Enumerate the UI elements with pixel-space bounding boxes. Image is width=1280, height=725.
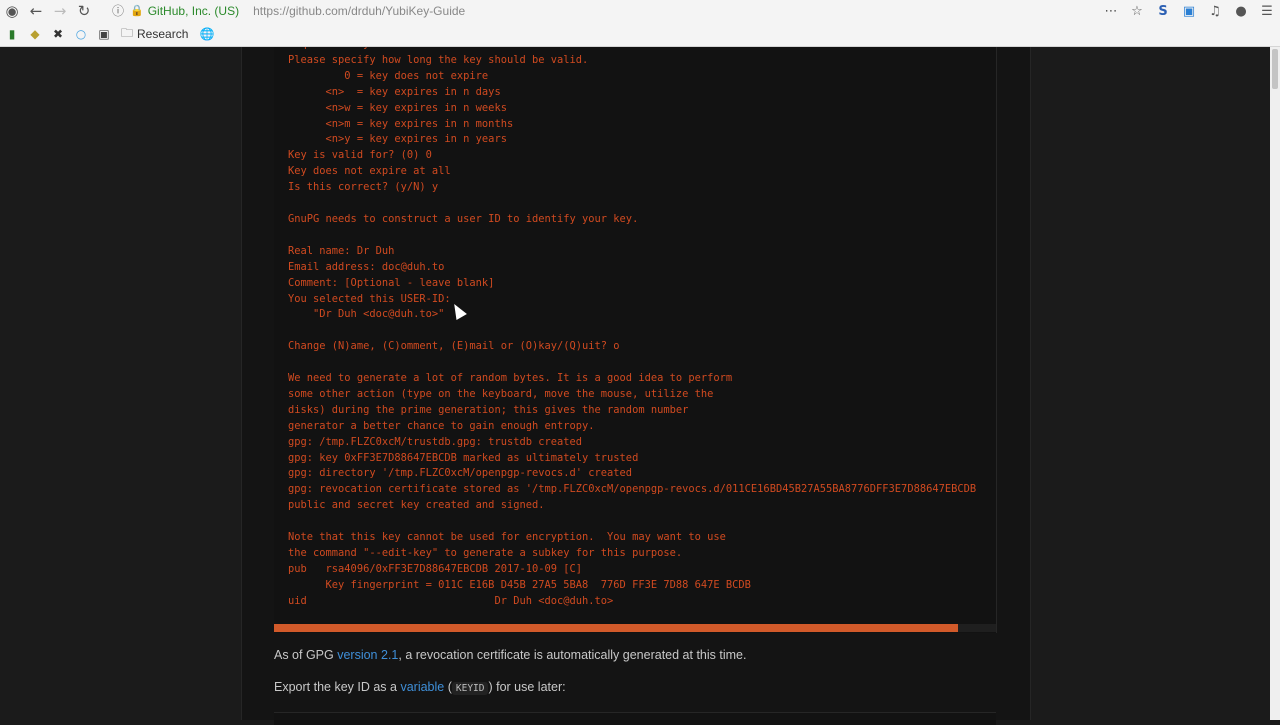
terminal-line: disks) during the prime generation; this… <box>288 403 689 416</box>
terminal-line: Key fingerprint = 011C E16B D45B 27A5 5B… <box>288 578 751 591</box>
extension-skype-icon[interactable]: ▣ <box>1176 4 1202 19</box>
terminal-line: We need to generate a lot of random byte… <box>288 372 733 385</box>
globe-icon[interactable]: 🌐 <box>196 27 218 41</box>
next-code-block <box>274 712 996 725</box>
terminal-line: Please specify how long the key should b… <box>288 53 589 66</box>
paragraph-text: , a revocation certificate is automatica… <box>398 648 747 662</box>
bookmark-favicon-2-icon[interactable]: ◆ <box>24 27 46 41</box>
extension-pin-icon[interactable]: ● <box>1228 4 1254 19</box>
site-identity[interactable]: GitHub, Inc. (US) <box>148 4 239 18</box>
terminal-line: "Dr Duh <doc@duh.to>" <box>288 308 445 321</box>
terminal-line: gpg: key 0xFF3E7D88647EBCDB marked as ul… <box>288 451 639 464</box>
terminal-line: Real name: Dr Duh <box>288 244 395 257</box>
terminal-line: generator a better chance to gain enough… <box>288 419 595 432</box>
menu-icon[interactable]: ☰ <box>1254 4 1280 19</box>
bookmark-favicon-3-icon[interactable]: ✖ <box>47 27 69 41</box>
forward-button[interactable]: → <box>48 0 72 22</box>
toolbar-right: ⋯ ☆ S ▣ ♫ ● ☰ <box>1098 0 1280 22</box>
code-horizontal-scrollbar[interactable] <box>274 624 996 632</box>
tor-icon[interactable]: ◉ <box>0 0 24 22</box>
terminal-line: public and secret key created and signed… <box>288 499 545 512</box>
bookmark-folder-label: Research <box>137 27 189 41</box>
back-button[interactable]: ← <box>24 0 48 22</box>
folder-icon: 🗀 <box>121 25 134 40</box>
info-icon[interactable]: ⓘ <box>112 2 124 19</box>
bookmark-favicon-1-icon[interactable]: ▮ <box>1 27 23 41</box>
terminal-line: Comment: [Optional - leave blank] <box>288 276 495 289</box>
terminal-line: GnuPG needs to construct a user ID to id… <box>288 212 639 225</box>
terminal-line: Note that this key cannot be used for en… <box>288 531 726 544</box>
paragraph-text: ( <box>444 680 452 694</box>
terminal-line: <n>y = key expires in n years <box>288 133 507 146</box>
paragraph-revocation: As of GPG version 2.1, a revocation cert… <box>274 648 746 662</box>
paragraph-text: As of GPG <box>274 648 338 662</box>
url-text[interactable]: https://github.com/drduh/YubiKey-Guide <box>253 4 465 18</box>
terminal-line: the command "--edit-key" to generate a s… <box>288 547 683 559</box>
terminal-output: Requested keysize is 4096 bitsPlease spe… <box>274 47 976 610</box>
page-vertical-scrollbar[interactable] <box>1270 47 1280 720</box>
bookmark-favicon-5-icon[interactable]: ▣ <box>93 27 115 41</box>
terminal-line: pub rsa4096/0xFF3E7D88647EBCDB 2017-10-0… <box>288 562 583 575</box>
more-actions-icon[interactable]: ⋯ <box>1098 4 1124 19</box>
terminal-line: Email address: doc@duh.to <box>288 260 445 273</box>
terminal-line: 0 = key does not expire <box>288 69 489 82</box>
keyid-code: KEYID <box>451 682 489 695</box>
terminal-line: gpg: /tmp.FLZC0xcM/trustdb.gpg: trustdb … <box>288 435 583 448</box>
page-scrollbar-thumb[interactable] <box>1272 49 1278 89</box>
variable-link[interactable]: variable <box>400 680 444 694</box>
terminal-line: You selected this USER-ID: <box>288 292 451 305</box>
lock-icon: 🔒 <box>130 4 144 17</box>
extension-speaker-icon[interactable]: ♫ <box>1202 4 1228 19</box>
bookmark-favicon-4-icon[interactable]: ○ <box>70 27 92 41</box>
paragraph-export-keyid: Export the key ID as a variable (KEYID) … <box>274 680 566 695</box>
terminal-line: some other action (type on the keyboard,… <box>288 387 714 400</box>
page-body: Requested keysize is 4096 bitsPlease spe… <box>0 47 1270 725</box>
url-bar[interactable]: ⓘ 🔒 GitHub, Inc. (US) https://github.com… <box>112 0 1142 21</box>
paragraph-text: Export the key ID as a <box>274 680 401 694</box>
bookmarks-bar: ▮ ◆ ✖ ○ ▣ 🗀 Research 🌐 <box>0 22 1280 47</box>
version-link[interactable]: version 2.1 <box>337 648 398 662</box>
readme-content: Requested keysize is 4096 bitsPlease spe… <box>241 47 1031 725</box>
terminal-line: Key is valid for? (0) 0 <box>288 149 432 162</box>
paragraph-text: ) for use later: <box>488 680 566 694</box>
extension-s-icon[interactable]: S <box>1150 4 1176 19</box>
terminal-line: Is this correct? (y/N) y <box>288 181 439 194</box>
code-scrollbar-thumb[interactable] <box>274 624 958 632</box>
terminal-line: Key does not expire at all <box>288 165 451 178</box>
code-block: Requested keysize is 4096 bitsPlease spe… <box>274 47 997 633</box>
terminal-line: uid Dr Duh <doc@duh.to> <box>288 594 614 607</box>
bookmark-folder-research[interactable]: 🗀 Research <box>121 24 188 45</box>
terminal-line: Change (N)ame, (C)omment, (E)mail or (O)… <box>288 340 620 353</box>
terminal-line: gpg: directory '/tmp.FLZC0xcM/openpgp-re… <box>288 467 633 480</box>
terminal-line: <n>m = key expires in n months <box>288 117 514 130</box>
terminal-line: <n> = key expires in n days <box>288 85 501 98</box>
terminal-line: gpg: revocation certificate stored as '/… <box>288 483 977 496</box>
terminal-line: <n>w = key expires in n weeks <box>288 101 507 114</box>
bookmark-star-icon[interactable]: ☆ <box>1124 4 1150 19</box>
browser-toolbar: ◉ ← → ↻ ⓘ 🔒 GitHub, Inc. (US) https://gi… <box>0 0 1280 22</box>
reload-button[interactable]: ↻ <box>72 0 96 22</box>
